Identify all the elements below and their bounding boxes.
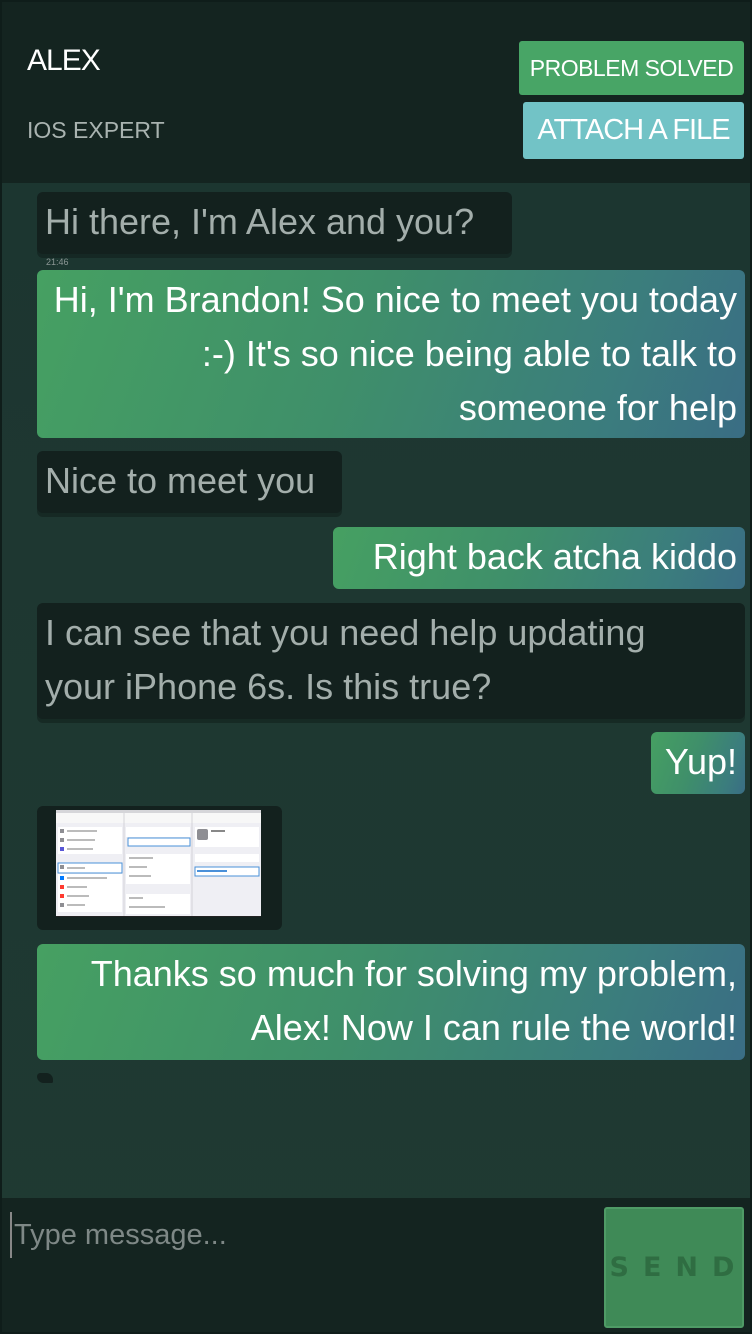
agent-attachment-message xyxy=(37,806,282,930)
agent-role: IOS EXPERT xyxy=(27,117,165,143)
message-input[interactable] xyxy=(10,1212,596,1258)
agent-message: Nice to meet you xyxy=(37,451,342,513)
screenshot-image[interactable] xyxy=(56,810,261,917)
message-timestamp: 21:46 xyxy=(46,257,69,267)
agent-name: ALEX xyxy=(27,44,101,77)
chat-header: ALEX IOS EXPERT PROBLEM SOLVED ATTACH A … xyxy=(2,2,750,183)
typing-indicator xyxy=(37,1073,53,1083)
agent-message: I can see that you need help updating yo… xyxy=(37,603,745,719)
user-message: Hi, I'm Brandon! So nice to meet you tod… xyxy=(37,270,745,438)
message-composer: SEND xyxy=(2,1198,750,1332)
user-message: Yup! xyxy=(651,732,745,794)
user-message: Thanks so much for solving my problem, A… xyxy=(37,944,745,1060)
agent-message: Hi there, I'm Alex and you? xyxy=(37,192,512,254)
problem-solved-button[interactable]: PROBLEM SOLVED xyxy=(519,41,744,95)
send-button[interactable]: SEND xyxy=(604,1207,744,1328)
chat-window: ALEX IOS EXPERT PROBLEM SOLVED ATTACH A … xyxy=(2,2,750,1332)
settings-screenshot-thumbnail xyxy=(56,810,261,916)
attach-file-button[interactable]: ATTACH A FILE xyxy=(523,102,744,159)
user-message: Right back atcha kiddo xyxy=(333,527,745,589)
